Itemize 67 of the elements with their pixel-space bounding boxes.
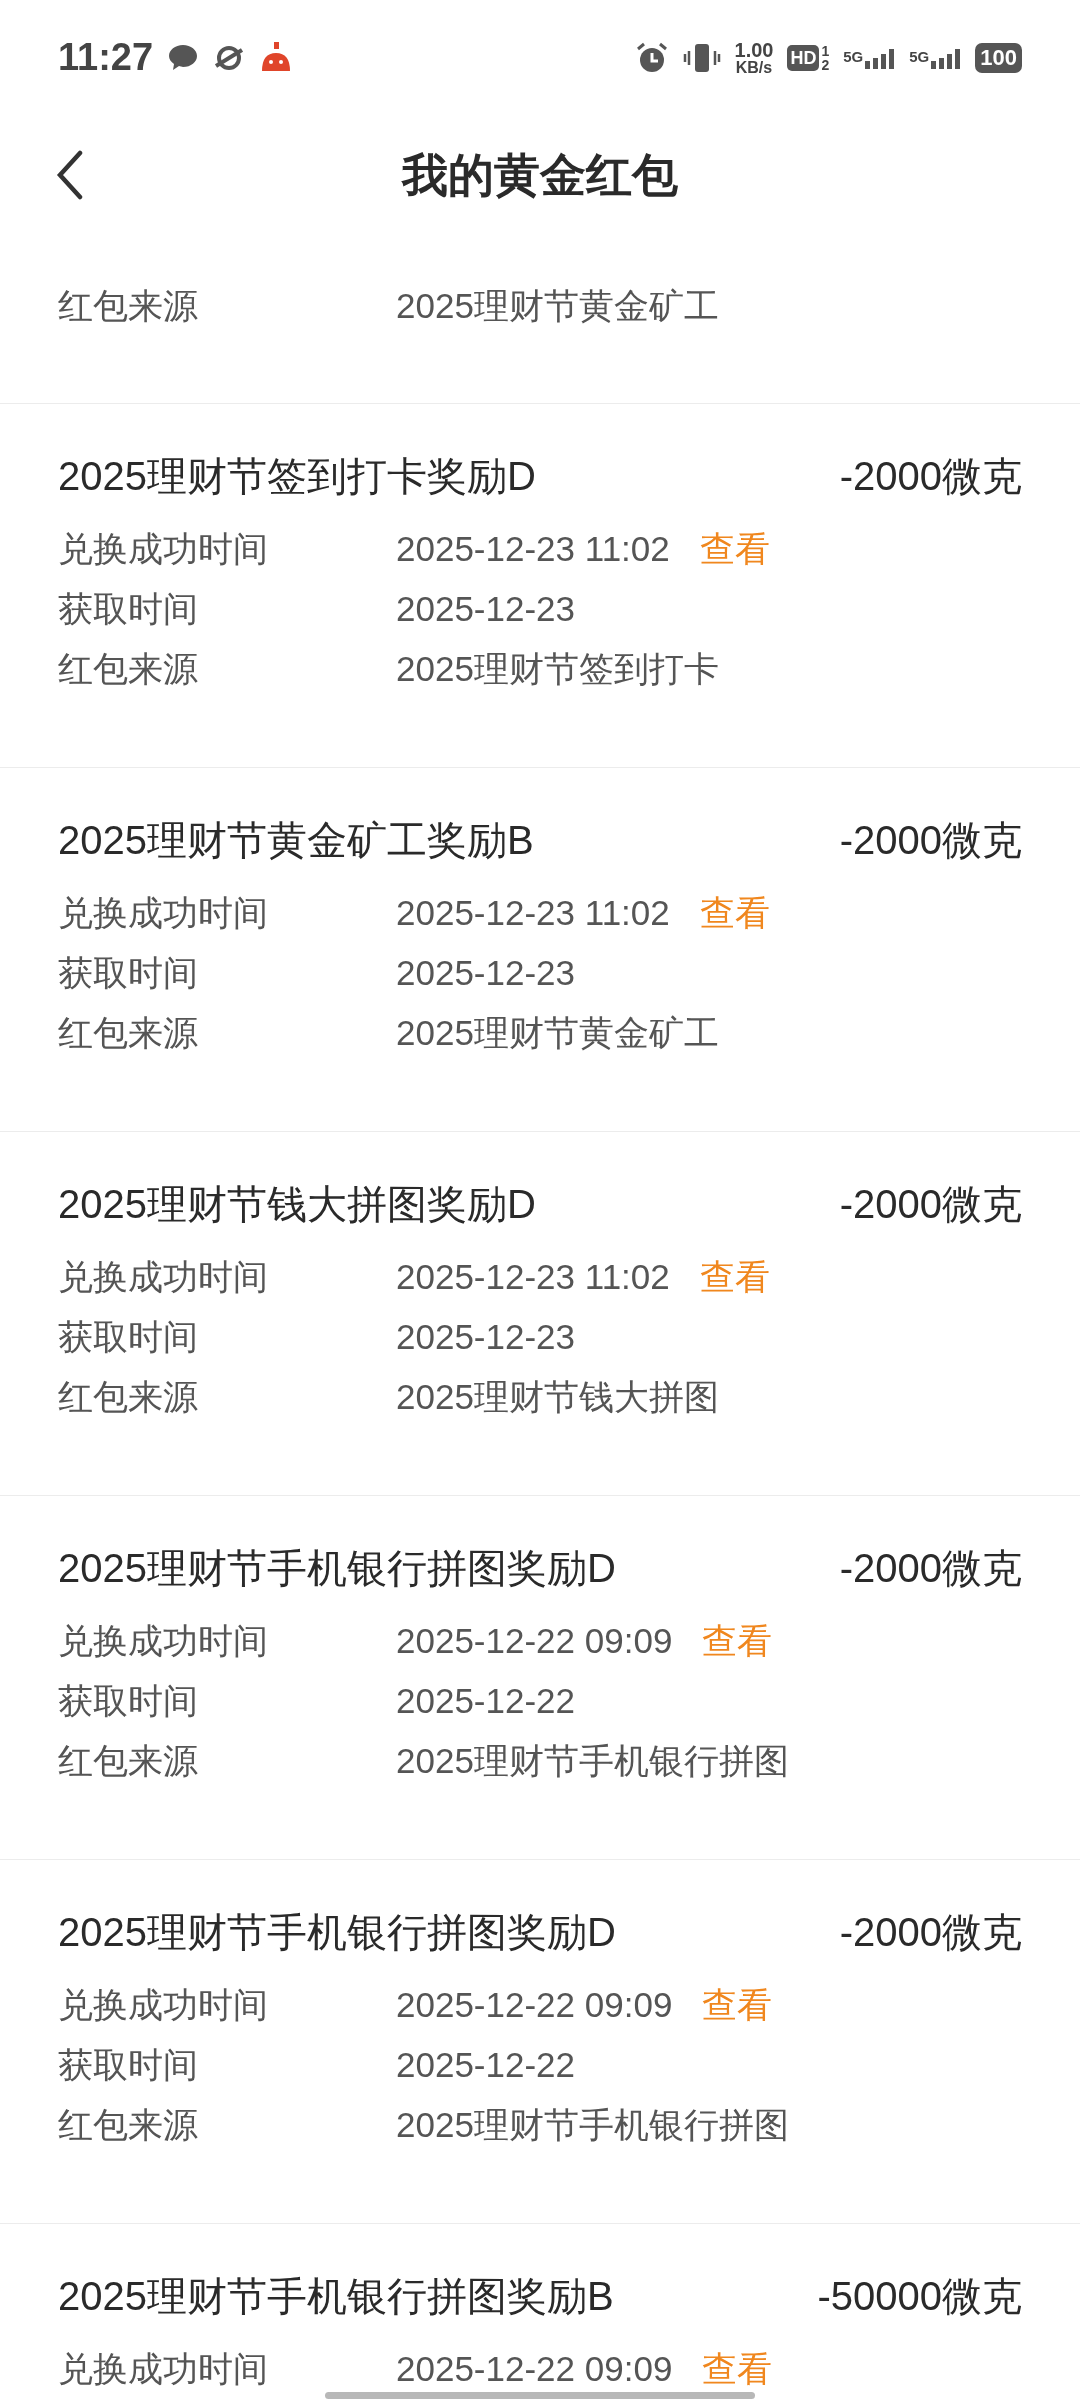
reward-amount: -2000微克 <box>839 1181 1022 1228</box>
field-value: 2025-12-23 <box>396 589 576 629</box>
field-label: 获取时间 <box>58 953 199 993</box>
view-link[interactable]: 查看 <box>702 1985 773 2025</box>
network-type: 5G <box>909 47 930 68</box>
field-label: 红包来源 <box>58 2105 199 2145</box>
network-type: 5G <box>843 47 864 68</box>
reward-amount: -2000微克 <box>839 1909 1022 1956</box>
reward-title: 2025理财节黄金矿工奖励B <box>58 817 534 864</box>
field-value: 2025-12-22 09:09 <box>396 2349 673 2389</box>
back-icon[interactable] <box>56 150 84 200</box>
field-label: 红包来源 <box>58 1741 199 1781</box>
sim-number: 1 <box>821 43 830 58</box>
reward-amount: -2000微克 <box>839 453 1022 500</box>
battery-level: 100 <box>975 42 1022 73</box>
view-link[interactable]: 查看 <box>699 529 770 569</box>
network-speed: 1.00 <box>734 39 774 60</box>
field-value: 2025-12-22 <box>396 1681 576 1721</box>
field-label: 获取时间 <box>58 1317 199 1357</box>
field-label: 兑换成功时间 <box>58 1621 269 1661</box>
view-link[interactable]: 查看 <box>699 893 770 933</box>
page-title: 我的黄金红包 <box>402 147 678 203</box>
chat-bubble-icon <box>167 42 200 73</box>
clock-time: 11:27 <box>58 35 154 80</box>
field-value: 2025理财节手机银行拼图 <box>396 2105 789 2145</box>
field-label: 兑换成功时间 <box>58 1257 269 1297</box>
field-label: 兑换成功时间 <box>58 1985 269 2025</box>
signal-icon <box>931 46 962 69</box>
reward-title: 2025理财节手机银行拼图奖励D <box>58 1909 616 1956</box>
field-label: 获取时间 <box>58 2045 199 2085</box>
field-label: 兑换成功时间 <box>58 2349 269 2389</box>
reward-title: 2025理财节手机银行拼图奖励B <box>58 2273 614 2320</box>
field-label: 红包来源 <box>58 1013 199 1053</box>
field-value: 2025-12-23 <box>396 953 576 993</box>
field-label: 兑换成功时间 <box>58 893 269 933</box>
speed-unit: KB/s <box>735 59 773 76</box>
signal-icon <box>865 46 896 69</box>
reward-amount: -2000微克 <box>839 817 1022 864</box>
view-link[interactable]: 查看 <box>699 1257 770 1297</box>
field-value: 2025理财节手机银行拼图 <box>396 1741 789 1781</box>
field-label: 红包来源 <box>58 286 199 326</box>
view-link[interactable]: 查看 <box>702 2349 773 2389</box>
hd-badge: HD <box>787 44 820 71</box>
field-value: 2025-12-22 09:09 <box>396 1985 673 2025</box>
reward-title: 2025理财节钱大拼图奖励D <box>58 1181 536 1228</box>
field-label: 红包来源 <box>58 649 199 689</box>
field-value: 2025理财节黄金矿工 <box>396 286 719 326</box>
field-value: 2025理财节钱大拼图 <box>396 1377 719 1417</box>
field-value: 2025-12-22 09:09 <box>396 1621 673 1661</box>
field-value: 2025-12-23 11:02 <box>396 893 670 933</box>
alarm-icon <box>634 40 669 75</box>
reward-title: 2025理财节签到打卡奖励D <box>58 453 536 500</box>
field-label: 获取时间 <box>58 589 199 629</box>
field-value: 2025理财节签到打卡 <box>396 649 719 689</box>
field-value: 2025-12-23 <box>396 1317 576 1357</box>
view-link[interactable]: 查看 <box>702 1621 773 1661</box>
field-value: 2025理财节黄金矿工 <box>396 1013 719 1053</box>
field-value: 2025-12-23 11:02 <box>396 529 670 569</box>
reward-amount: -50000微克 <box>817 2273 1022 2320</box>
field-label: 兑换成功时间 <box>58 529 269 569</box>
field-label: 红包来源 <box>58 1377 199 1417</box>
field-label: 获取时间 <box>58 1681 199 1721</box>
reward-title: 2025理财节手机银行拼图奖励D <box>58 1545 616 1592</box>
sim-number: 2 <box>821 57 830 72</box>
reward-amount: -2000微克 <box>839 1545 1022 1592</box>
field-value: 2025-12-23 11:02 <box>396 1257 670 1297</box>
field-value: 2025-12-22 <box>396 2045 576 2085</box>
